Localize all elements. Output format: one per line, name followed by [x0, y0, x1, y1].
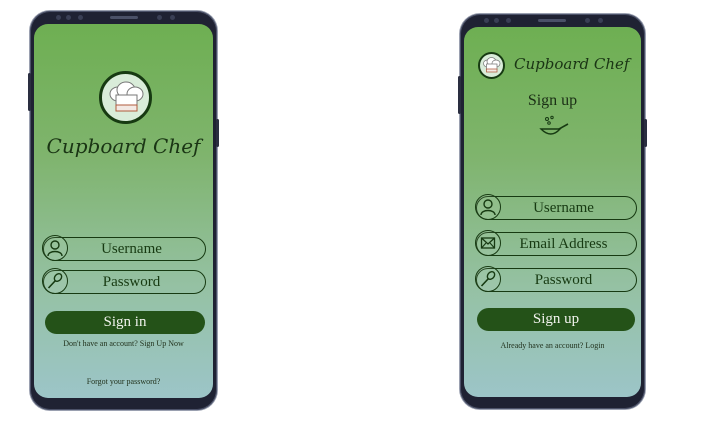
sensor-dot — [170, 15, 175, 20]
signup-phone-frame: Cupboard Chef Sign up Username Email Add… — [458, 14, 647, 409]
username-field[interactable]: Username — [475, 194, 637, 220]
sensor-dot — [506, 18, 511, 23]
spoon-icon — [475, 266, 501, 292]
login-phone-frame: Cupboard Chef Username Password Sign in … — [28, 11, 219, 410]
brand-title: Cupboard Chef — [46, 134, 201, 158]
sensor-dot — [598, 18, 603, 23]
earpiece-speaker — [538, 19, 566, 22]
username-label: Username — [101, 240, 162, 257]
forgot-password-link[interactable]: Forgot your password? — [34, 377, 213, 386]
sensor-dot — [56, 15, 61, 20]
power-button — [644, 119, 647, 147]
frying-pan-icon — [539, 115, 569, 135]
sensor-dot — [484, 18, 489, 23]
volume-button — [458, 76, 461, 114]
username-field[interactable]: Username — [42, 235, 206, 261]
sign-in-button[interactable]: Sign in — [45, 311, 205, 334]
password-field[interactable]: Password — [475, 266, 637, 292]
sign-up-button[interactable]: Sign up — [477, 308, 635, 331]
volume-button — [28, 73, 31, 111]
password-field[interactable]: Password — [42, 268, 206, 294]
login-screen: Cupboard Chef Username Password Sign in … — [34, 24, 213, 398]
power-button — [216, 119, 219, 147]
front-camera — [585, 18, 590, 23]
chef-hat-icon — [483, 57, 501, 73]
signup-screen: Cupboard Chef Sign up Username Email Add… — [464, 27, 641, 397]
mail-icon — [475, 230, 501, 256]
sensor-dot — [494, 18, 499, 23]
password-label: Password — [102, 273, 161, 290]
user-icon — [42, 235, 68, 261]
password-label: Password — [534, 271, 593, 288]
status-bar — [30, 11, 217, 24]
brand-title: Cupboard Chef — [514, 55, 630, 73]
email-field[interactable]: Email Address — [475, 230, 637, 256]
page-title: Sign up — [527, 92, 578, 109]
earpiece-speaker — [110, 16, 138, 19]
front-camera — [157, 15, 162, 20]
signup-link[interactable]: Don't have an account? Sign Up Now — [34, 339, 213, 348]
sensor-dot — [66, 15, 71, 20]
app-logo — [478, 52, 505, 79]
login-link[interactable]: Already have an account? Login — [464, 341, 641, 350]
username-label: Username — [533, 199, 594, 216]
user-icon — [475, 194, 501, 220]
sensor-dot — [78, 15, 83, 20]
spoon-icon — [42, 268, 68, 294]
status-bar — [460, 14, 645, 27]
chef-hat-icon — [109, 81, 143, 111]
email-label: Email Address — [519, 235, 608, 252]
app-logo — [99, 71, 152, 124]
